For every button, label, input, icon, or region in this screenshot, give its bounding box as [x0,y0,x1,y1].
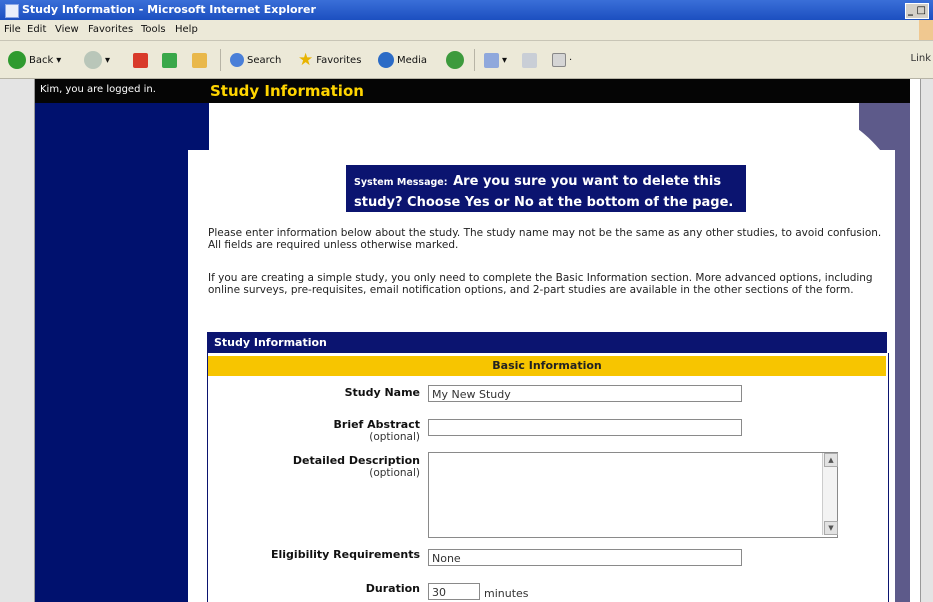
right-frame-edge [920,79,933,602]
history-button[interactable] [446,50,464,70]
chevron-down-icon: ▾ [56,54,62,66]
mail-icon [484,52,499,68]
chevron-down-icon: · [569,54,573,66]
system-message-box: System Message: Are you sure you want to… [346,165,746,212]
menu-bar: File Edit View Favorites Tools Help [0,20,933,41]
favorites-label: Favorites [316,54,362,66]
eligibility-input[interactable]: None [428,549,742,566]
left-frame-edge [0,79,35,602]
optional-note: (optional) [369,467,420,479]
print-button[interactable] [522,50,537,70]
home-button[interactable] [192,50,207,70]
toolbar-separator [220,49,221,71]
duration-label: Duration [365,582,420,595]
forward-arrow-icon [84,51,102,69]
menu-file[interactable]: File [4,24,21,35]
system-message-label: System Message: [354,177,448,188]
media-button[interactable]: Media [378,50,427,70]
brief-abstract-label-text: Brief Abstract [333,418,420,431]
links-label[interactable]: Link [911,53,931,64]
edit-icon [552,53,566,67]
textarea-scrollbar[interactable]: ▲ ▼ [822,453,838,535]
refresh-button[interactable] [162,50,177,70]
menu-view[interactable]: View [55,24,79,35]
star-icon: ★ [298,50,314,70]
toolbar-separator [474,49,475,71]
media-label: Media [397,54,428,66]
search-label: Search [247,54,282,66]
optional-note: (optional) [369,431,420,443]
brief-abstract-input[interactable] [428,419,742,436]
stop-icon [133,52,148,68]
window-title: Study Information - Microsoft Internet E… [22,3,316,16]
history-icon [446,51,464,69]
page-title: Study Information [210,82,364,100]
stop-button[interactable] [133,50,148,70]
ie-app-icon [5,4,19,18]
section-header: Study Information [207,332,887,353]
browser-toolbar: Back ▾ ▾ Search ★ Favorites Media ▾ · Li… [0,41,933,79]
section-title: Study Information [214,336,327,349]
forward-button[interactable]: ▾ [84,50,110,70]
menu-help[interactable]: Help [175,24,198,35]
scroll-down-icon[interactable]: ▼ [824,521,838,535]
window-controls[interactable]: _ □ [905,3,929,19]
study-name-input[interactable]: My New Study [428,385,742,402]
detailed-description-textarea[interactable]: ▲ ▼ [428,452,838,538]
left-navigation [35,103,209,602]
detailed-description-label: Detailed Description (optional) [293,454,420,479]
favorites-button[interactable]: ★ Favorites [298,50,361,70]
refresh-icon [162,52,177,68]
brief-abstract-label: Brief Abstract (optional) [334,418,420,443]
study-name-label: Study Name [344,386,420,399]
search-button[interactable]: Search [230,50,281,70]
intro-paragraph: If you are creating a simple study, you … [208,272,873,296]
header-panel [209,103,859,150]
detailed-description-label-text: Detailed Description [292,454,420,467]
scroll-up-icon[interactable]: ▲ [824,453,838,467]
subsection-header: Basic Information [208,356,886,376]
chevron-down-icon: ▾ [502,54,508,66]
duration-unit: minutes [484,587,529,600]
windows-logo-icon [919,20,933,40]
back-label: Back [29,54,54,66]
back-button[interactable]: Back ▾ [8,50,61,70]
window-title-bar: Study Information - Microsoft Internet E… [0,0,933,20]
chevron-down-icon: ▾ [105,54,111,66]
top-bar [35,79,910,103]
menu-edit[interactable]: Edit [27,24,46,35]
home-icon [192,52,207,68]
eligibility-label: Eligibility Requirements [271,548,420,561]
media-icon [378,52,394,68]
search-icon [230,53,244,67]
intro-paragraph: Please enter information below about the… [208,227,882,251]
duration-input[interactable]: 30 [428,583,480,600]
login-status: Kim, you are logged in. [40,84,156,95]
mail-button[interactable]: ▾ [484,50,507,70]
menu-favorites[interactable]: Favorites [88,24,133,35]
edit-button[interactable]: · [552,50,572,70]
back-arrow-icon [8,51,26,69]
print-icon [522,52,537,68]
menu-tools[interactable]: Tools [141,24,166,35]
